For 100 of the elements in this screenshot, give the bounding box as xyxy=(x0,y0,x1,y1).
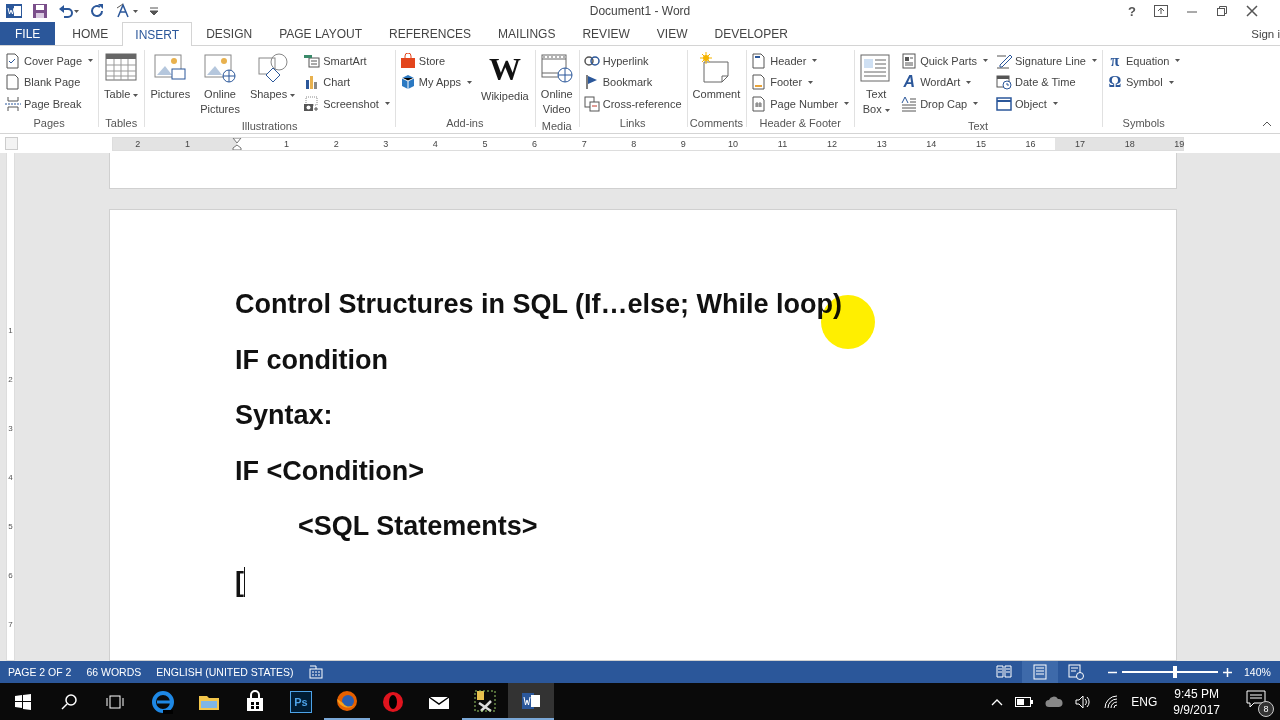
search-icon xyxy=(61,693,77,710)
ribbon-button[interactable]: Footer xyxy=(749,71,852,93)
shopping-bag-icon xyxy=(399,52,416,69)
ribbon-button[interactable]: Chart xyxy=(302,71,392,93)
view-button[interactable] xyxy=(1022,661,1058,683)
ribbon-button[interactable]: W Wikipedia xyxy=(478,50,532,116)
ruler-number: 18 xyxy=(1123,137,1136,150)
window-title: Document1 - Word xyxy=(589,4,691,18)
group-label: Header & Footer xyxy=(758,116,842,131)
apps-icon xyxy=(399,74,416,91)
ribbon-button[interactable]: Comment xyxy=(689,50,744,116)
ribbon-button[interactable]: Text Box xyxy=(857,50,896,119)
ribbon-button[interactable]: Hyperlink xyxy=(581,50,684,72)
language-indicator[interactable]: ENG xyxy=(1131,694,1158,709)
ruler-number: 4 xyxy=(8,472,13,484)
ribbon-button[interactable]: Ω Symbol xyxy=(1104,71,1183,93)
status-text[interactable]: PAGE 2 OF 2 xyxy=(8,666,72,678)
ribbon-button[interactable]: Bookmark xyxy=(581,71,684,93)
blank-page-icon xyxy=(5,74,21,91)
page-break-icon xyxy=(5,95,21,112)
group-label: Pages xyxy=(32,116,66,131)
ribbon-tab[interactable]: DESIGN xyxy=(193,22,266,45)
zoom-thumb[interactable] xyxy=(1172,666,1177,678)
ribbon-button[interactable]: Screenshot xyxy=(302,93,392,115)
ribbon-button[interactable]: Cover Page xyxy=(3,50,96,72)
close-icon[interactable] xyxy=(1246,5,1258,17)
ruler-number: 3 xyxy=(8,423,13,435)
ribbon-button[interactable]: Blank Page xyxy=(3,71,96,93)
ribbon-button[interactable]: Signature Line xyxy=(994,50,1099,72)
ribbon-button[interactable]: Page Break xyxy=(3,93,96,115)
ribbon-button[interactable]: Object xyxy=(994,93,1099,115)
group-label: Add-ins xyxy=(445,116,485,131)
zoom-in-icon[interactable] xyxy=(1223,667,1232,677)
touch-mode-icon[interactable] xyxy=(116,3,140,19)
battery-icon[interactable] xyxy=(1015,696,1034,707)
ribbon-button[interactable]: π Equation xyxy=(1104,50,1183,72)
object-window-icon xyxy=(996,95,1012,112)
text-box-icon xyxy=(860,52,893,84)
ruler-number: 8 xyxy=(630,137,638,150)
smartart-icon xyxy=(304,52,321,69)
ribbon-button[interactable]: Online Pictures xyxy=(197,50,243,119)
ruler-number: 16 xyxy=(1024,137,1037,150)
indent-marker-icon[interactable] xyxy=(232,137,242,150)
ribbon-tab[interactable]: REVIEW xyxy=(569,22,643,45)
ruler-number: 11 xyxy=(776,137,789,150)
taskbar-app[interactable]: Ps xyxy=(278,683,324,720)
customize-caret-icon[interactable] xyxy=(150,6,158,16)
volume-icon[interactable] xyxy=(1075,694,1092,709)
redo-icon[interactable] xyxy=(90,3,106,19)
ribbon-display-icon[interactable] xyxy=(1154,5,1168,17)
clock-date[interactable]: 9/9/2017 xyxy=(1173,701,1220,718)
ribbon-tab[interactable]: HOME xyxy=(59,22,122,45)
ribbon-button[interactable]: Pictures xyxy=(147,50,194,119)
cloud-icon[interactable] xyxy=(1045,695,1064,708)
ribbon-button[interactable]: Cross-reference xyxy=(581,93,684,115)
print-layout-icon xyxy=(1032,664,1048,680)
ribbon-tab[interactable]: FILE xyxy=(0,22,56,45)
page-number-icon xyxy=(751,95,768,112)
ribbon-tab[interactable]: PAGE LAYOUT xyxy=(266,22,376,45)
chevron-up-icon[interactable] xyxy=(991,697,1004,706)
save-icon[interactable] xyxy=(32,3,48,19)
account-link[interactable]: Sign i xyxy=(1251,22,1280,45)
ribbon-tab[interactable]: INSERT xyxy=(122,22,193,46)
ribbon-button[interactable]: Drop Cap xyxy=(899,93,990,115)
ribbon-tab[interactable]: MAILINGS xyxy=(485,22,569,45)
ribbon-button[interactable]: Table xyxy=(101,50,142,116)
collapse-ribbon-icon[interactable] xyxy=(1262,121,1272,127)
ruler-number: 9 xyxy=(679,137,687,150)
clock-time[interactable]: 9:45 PM xyxy=(1174,685,1219,702)
film-globe-icon xyxy=(540,52,573,84)
ribbon-button[interactable]: Page Number xyxy=(749,93,852,115)
ribbon-button[interactable]: My Apps xyxy=(397,71,475,93)
help-button[interactable]: ? xyxy=(1128,3,1136,19)
zoom-level[interactable]: 140% xyxy=(1244,666,1278,678)
ribbon-tab[interactable]: DEVELOPER xyxy=(701,22,801,45)
firefox-icon xyxy=(335,688,359,713)
ribbon-button[interactable]: SmartArt xyxy=(302,50,392,72)
ribbon-button[interactable]: Store xyxy=(397,50,475,72)
taskbar-app[interactable] xyxy=(508,683,554,720)
ribbon-button[interactable]: Date & Time xyxy=(994,71,1099,93)
ribbon-tab[interactable]: VIEW xyxy=(643,22,701,45)
word-app-icon xyxy=(6,3,22,19)
ribbon-button[interactable]: Header xyxy=(749,50,852,72)
restore-icon[interactable] xyxy=(1216,5,1228,17)
ribbon-tab[interactable]: REFERENCES xyxy=(376,22,485,45)
status-text[interactable]: ENGLISH (UNITED STATES) xyxy=(156,666,294,678)
ribbon-button[interactable]: Shapes xyxy=(246,50,299,119)
notification-icon[interactable] xyxy=(1246,689,1266,708)
wifi-icon[interactable] xyxy=(1103,694,1120,709)
macro-record-icon[interactable] xyxy=(308,665,323,679)
group-label: Illustrations xyxy=(240,119,299,134)
ruler-number: 6 xyxy=(8,570,13,582)
undo-icon[interactable] xyxy=(58,3,80,19)
read-mode-icon xyxy=(996,664,1012,680)
status-text[interactable]: 66 WORDS xyxy=(86,666,142,678)
ribbon-button[interactable]: Online Video xyxy=(537,50,576,119)
ribbon-button[interactable]: A WordArt xyxy=(899,71,990,93)
ruler-number: 6 xyxy=(531,137,539,150)
ribbon-button[interactable]: Quick Parts xyxy=(899,50,990,72)
ruler-number: 5 xyxy=(8,521,13,533)
